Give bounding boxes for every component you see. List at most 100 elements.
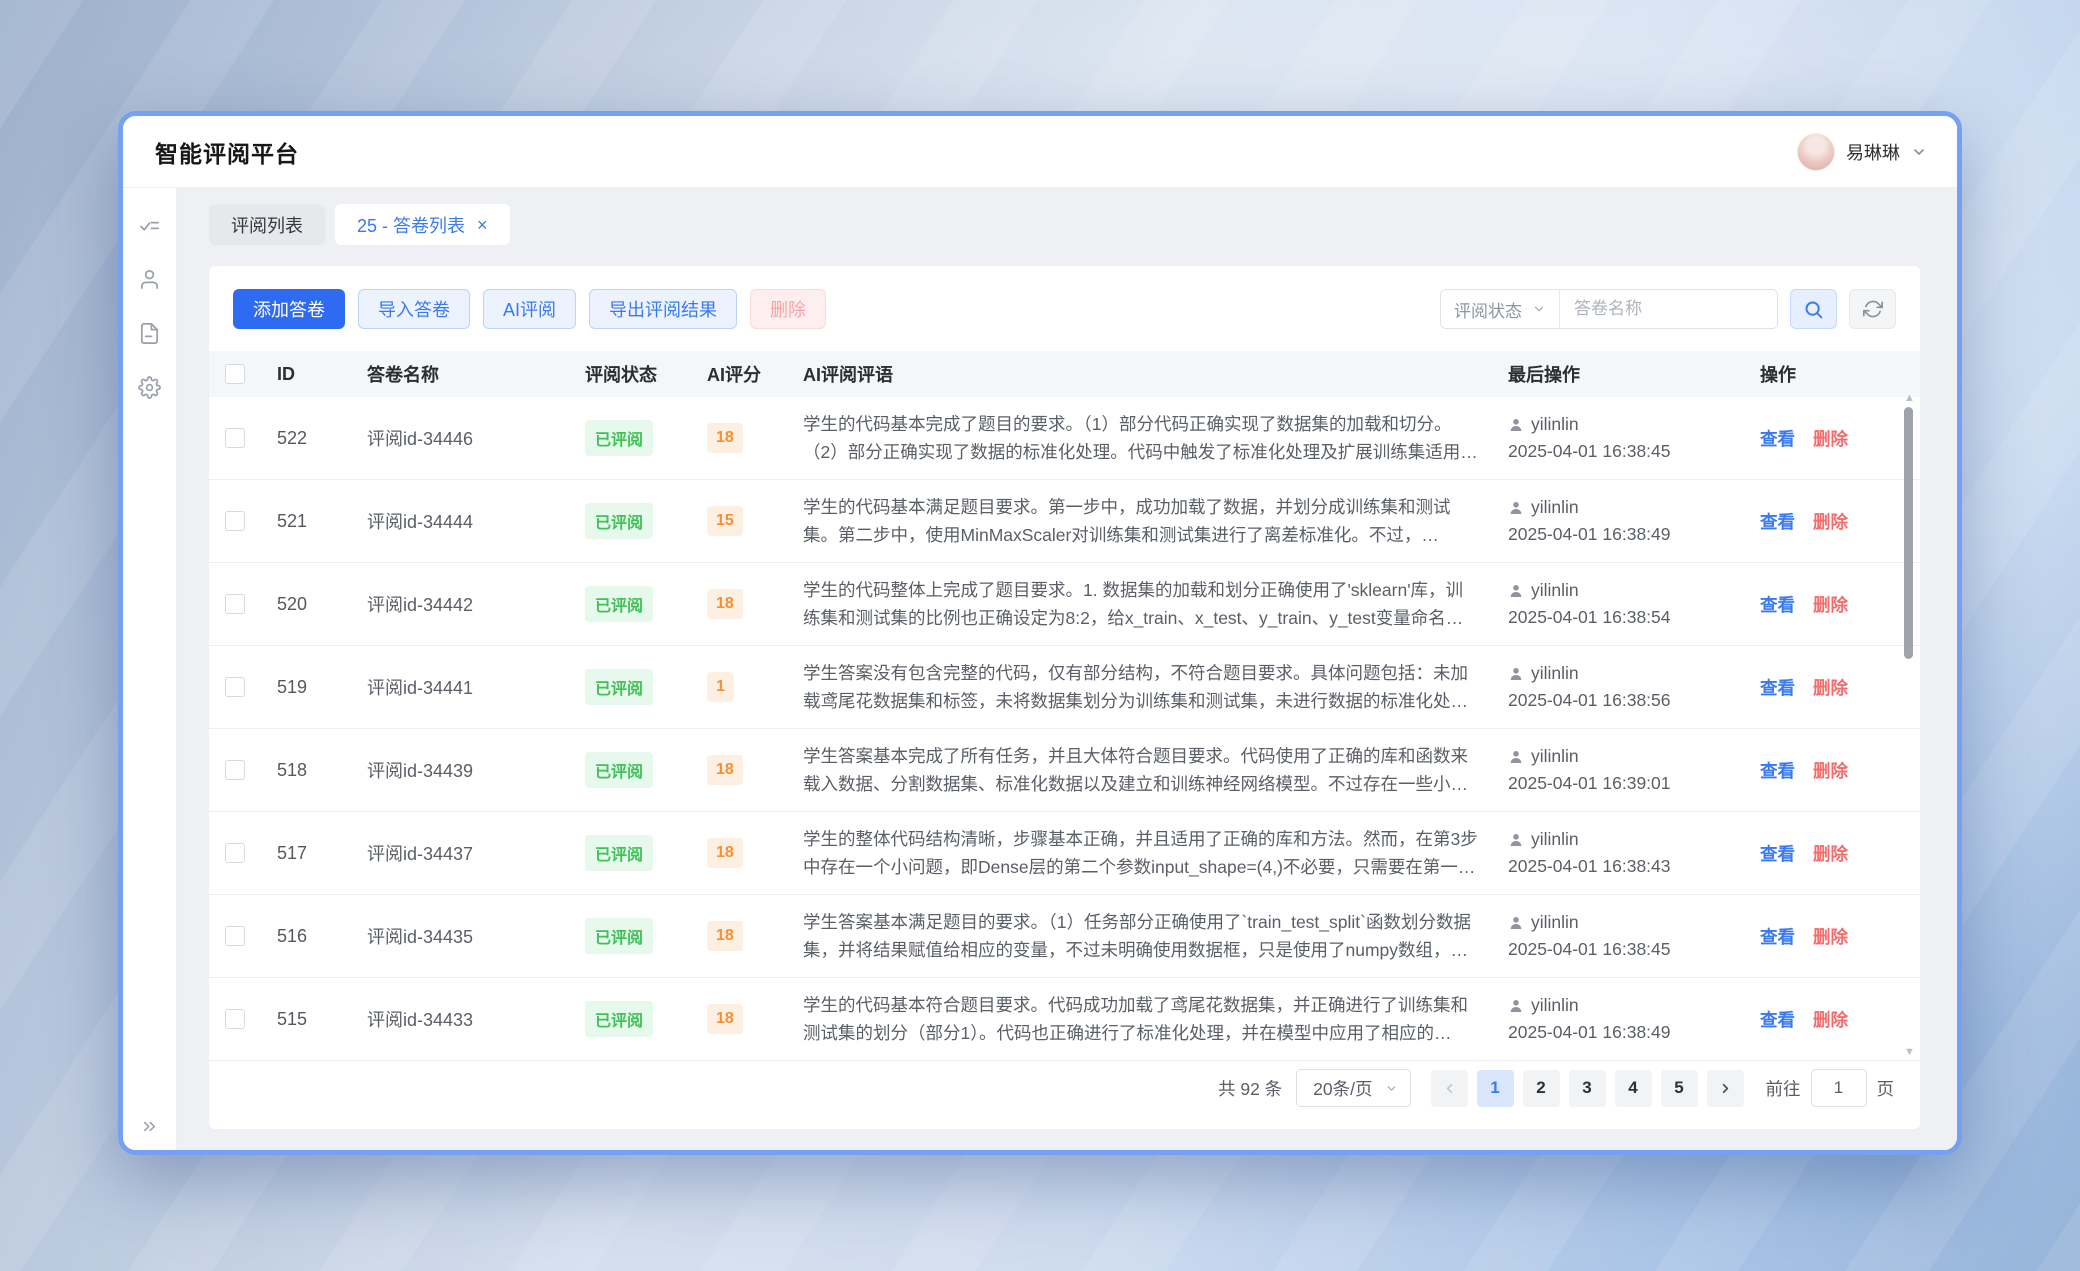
column-header-comment: AI评阅评语 (803, 361, 1508, 387)
close-icon[interactable] (477, 216, 488, 234)
filter-group: 评阅状态 (1440, 289, 1778, 329)
next-page-button[interactable] (1707, 1070, 1744, 1107)
prev-page-button[interactable] (1431, 1070, 1468, 1107)
cell-id: 519 (277, 677, 367, 698)
delete-link[interactable]: 删除 (1813, 592, 1848, 617)
cell-last-operation: yilinlin 2025-04-01 16:38:45 (1508, 414, 1760, 462)
status-select-placeholder: 评阅状态 (1454, 297, 1522, 322)
page-button-1[interactable]: 1 (1477, 1070, 1514, 1107)
ai-review-button[interactable]: AI评阅 (483, 289, 576, 329)
delete-button[interactable]: 删除 (750, 289, 826, 329)
operator-time: 2025-04-01 16:38:45 (1508, 939, 1760, 960)
cell-comment: 学生的代码整体上完成了题目要求。1. 数据集的加载和划分正确使用了'sklear… (803, 576, 1508, 632)
page-button-4[interactable]: 4 (1615, 1070, 1652, 1107)
page-size-value: 20条/页 (1313, 1076, 1372, 1101)
view-link[interactable]: 查看 (1760, 841, 1795, 866)
status-badge: 已评阅 (585, 586, 653, 622)
pagination: 共 92 条 20条/页 12345 (209, 1049, 1920, 1117)
goto-page-input[interactable] (1811, 1069, 1867, 1107)
delete-link[interactable]: 删除 (1813, 758, 1848, 783)
cell-comment: 学生的整体代码结构清晰，步骤基本正确，并且适用了正确的库和方法。然而，在第3步中… (803, 825, 1508, 881)
view-link[interactable]: 查看 (1760, 592, 1795, 617)
checklist-icon[interactable] (138, 214, 161, 237)
add-answer-button[interactable]: 添加答卷 (233, 289, 345, 329)
answer-name-input[interactable] (1559, 290, 1777, 328)
select-all-checkbox[interactable] (225, 364, 245, 384)
chevron-down-icon (1532, 302, 1546, 316)
user-menu[interactable]: 易琳琳 (1797, 133, 1927, 171)
tab-answer-list[interactable]: 25 - 答卷列表 (335, 204, 510, 245)
app-header: 智能评阅平台 易琳琳 (123, 116, 1957, 188)
scroll-down-icon[interactable]: ▼ (1904, 1047, 1913, 1057)
filter-bar: 评阅状态 (1440, 289, 1896, 329)
person-icon (1508, 417, 1524, 433)
person-icon (1508, 583, 1524, 599)
view-link[interactable]: 查看 (1760, 924, 1795, 949)
delete-link[interactable]: 删除 (1813, 924, 1848, 949)
delete-link[interactable]: 删除 (1813, 841, 1848, 866)
cell-name: 评阅id-34441 (367, 674, 585, 700)
row-checkbox[interactable] (225, 843, 245, 863)
operator-name: yilinlin (1531, 580, 1579, 601)
operator-name: yilinlin (1531, 829, 1579, 850)
view-link[interactable]: 查看 (1760, 1007, 1795, 1032)
double-chevron-right-icon[interactable] (123, 1117, 176, 1136)
table-body: 522 评阅id-34446 已评阅 18 学生的代码基本完成了题目的要求。（1… (209, 397, 1920, 1061)
view-link[interactable]: 查看 (1760, 675, 1795, 700)
cell-id: 521 (277, 511, 367, 532)
row-checkbox[interactable] (225, 428, 245, 448)
chevron-down-icon (1385, 1082, 1398, 1095)
status-badge: 已评阅 (585, 835, 653, 871)
delete-link[interactable]: 删除 (1813, 509, 1848, 534)
cell-last-operation: yilinlin 2025-04-01 16:38:43 (1508, 829, 1760, 877)
view-link[interactable]: 查看 (1760, 426, 1795, 451)
page-size-select[interactable]: 20条/页 (1296, 1069, 1410, 1107)
export-results-button[interactable]: 导出评阅结果 (589, 289, 737, 329)
row-checkbox[interactable] (225, 760, 245, 780)
document-icon[interactable] (138, 322, 161, 345)
scroll-up-icon[interactable]: ▲ (1904, 393, 1913, 403)
cell-last-operation: yilinlin 2025-04-01 16:38:54 (1508, 580, 1760, 628)
delete-link[interactable]: 删除 (1813, 675, 1848, 700)
person-icon (1508, 749, 1524, 765)
delete-link[interactable]: 删除 (1813, 1007, 1848, 1032)
tab-review-list[interactable]: 评阅列表 (209, 204, 325, 245)
score-badge: 18 (707, 423, 743, 453)
column-header-lastop: 最后操作 (1508, 361, 1760, 387)
operator-time: 2025-04-01 16:39:01 (1508, 773, 1760, 794)
scrollbar-thumb[interactable] (1904, 407, 1913, 659)
cell-name: 评阅id-34446 (367, 425, 585, 451)
page-button-2[interactable]: 2 (1523, 1070, 1560, 1107)
refresh-button[interactable] (1849, 289, 1896, 329)
status-select[interactable]: 评阅状态 (1441, 290, 1559, 328)
page-title: 智能评阅平台 (155, 135, 299, 169)
user-icon[interactable] (138, 268, 161, 291)
table-scrollbar[interactable]: ▲ ▼ (1904, 397, 1913, 1053)
score-badge: 18 (707, 755, 743, 785)
gear-icon[interactable] (138, 376, 161, 399)
import-answer-button[interactable]: 导入答卷 (358, 289, 470, 329)
cell-comment: 学生的代码基本完成了题目的要求。（1）部分代码正确实现了数据集的加载和切分。（2… (803, 410, 1508, 466)
status-badge: 已评阅 (585, 918, 653, 954)
row-checkbox[interactable] (225, 677, 245, 697)
operator-name: yilinlin (1531, 414, 1579, 435)
row-checkbox[interactable] (225, 926, 245, 946)
row-checkbox[interactable] (225, 1009, 245, 1029)
status-badge: 已评阅 (585, 1001, 653, 1037)
tab-label: 评阅列表 (231, 212, 303, 238)
main-content: 评阅列表 25 - 答卷列表 添加答卷 导入答卷 AI评阅 导出 (177, 188, 1957, 1150)
search-button[interactable] (1790, 289, 1837, 329)
operator-name: yilinlin (1531, 912, 1579, 933)
status-badge: 已评阅 (585, 503, 653, 539)
row-checkbox[interactable] (225, 594, 245, 614)
delete-link[interactable]: 删除 (1813, 426, 1848, 451)
table-row: 522 评阅id-34446 已评阅 18 学生的代码基本完成了题目的要求。（1… (209, 397, 1920, 480)
row-checkbox[interactable] (225, 511, 245, 531)
operator-time: 2025-04-01 16:38:54 (1508, 607, 1760, 628)
view-link[interactable]: 查看 (1760, 758, 1795, 783)
page-button-5[interactable]: 5 (1661, 1070, 1698, 1107)
operator-name: yilinlin (1531, 663, 1579, 684)
operator-time: 2025-04-01 16:38:43 (1508, 856, 1760, 877)
view-link[interactable]: 查看 (1760, 509, 1795, 534)
page-button-3[interactable]: 3 (1569, 1070, 1606, 1107)
